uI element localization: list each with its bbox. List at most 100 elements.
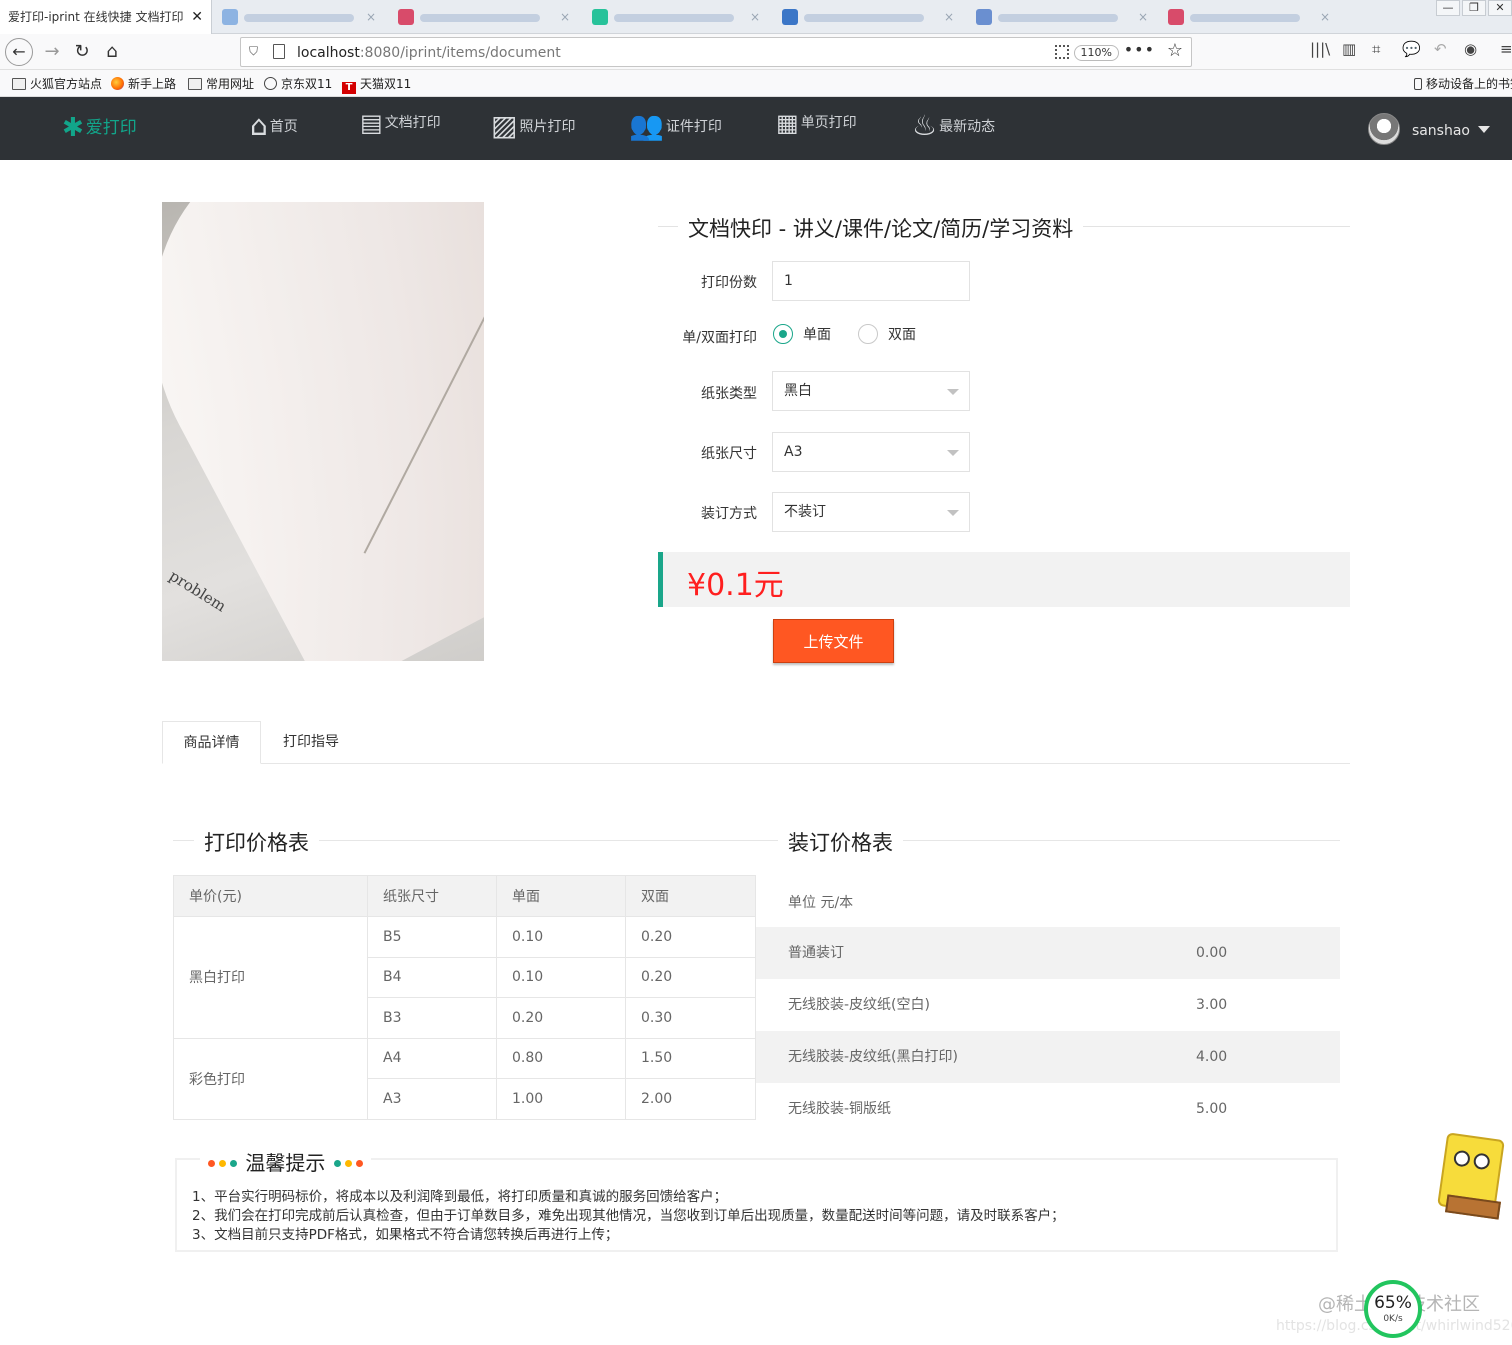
- bookmark-star-icon[interactable]: ☆: [1167, 40, 1183, 61]
- tab-favicon-icon: [398, 9, 414, 25]
- table-cell: 0.10: [496, 916, 626, 958]
- tab-favicon-icon: [1168, 9, 1184, 25]
- browser-nav-bar: ← → ↻ ⌂ ⛉ localhost:8080/iprint/items/do…: [0, 34, 1512, 70]
- browser-tab[interactable]: ×: [1160, 0, 1340, 34]
- bookmark-item[interactable]: T 天猫双11: [342, 75, 411, 94]
- page-icon: [273, 44, 285, 59]
- table-cell: A4: [367, 1037, 497, 1079]
- user-menu[interactable]: sanshao: [1367, 113, 1490, 145]
- close-tab-icon[interactable]: ×: [944, 0, 954, 34]
- speed-rate: 0K/s: [1383, 1314, 1403, 1324]
- table-cell: A3: [367, 1078, 497, 1120]
- more-actions-icon[interactable]: •••: [1124, 40, 1155, 59]
- site-logo[interactable]: ✱ 爱打印: [62, 113, 137, 143]
- tab-favicon-icon: [782, 9, 798, 25]
- table-cell: 0.20: [496, 997, 626, 1039]
- back-arrow-icon[interactable]: ←: [5, 38, 33, 66]
- folder-icon: [12, 78, 26, 90]
- radio-single-side[interactable]: 单面: [773, 324, 831, 344]
- bookmarks-toolbar: 火狐官方站点 新手上路 常用网址 京东双11 T天猫双11 移动设备上的书签: [0, 70, 1512, 97]
- close-tab-icon[interactable]: ×: [560, 0, 570, 34]
- close-tab-icon[interactable]: ×: [366, 0, 376, 34]
- tip-line: 2、我们会在打印完成前后认真检查，但由于订单数目多，难免出现其他情况，当您收到订…: [192, 1208, 1065, 1224]
- nav-single-page-print[interactable]: ▦ 单页打印: [776, 109, 857, 149]
- product-image: problem: [162, 202, 484, 661]
- address-bar[interactable]: ⛉ localhost:8080/iprint/items/document 1…: [240, 37, 1192, 67]
- browser-tab-active[interactable]: 爱打印-iprint 在线快捷 文档打印 ✕: [0, 0, 212, 34]
- list-item: 无线胶装-皮纹纸(空白) 3.00: [788, 997, 1228, 1013]
- mobile-bookmarks[interactable]: 移动设备上的书签: [1414, 75, 1512, 92]
- radio-double-side[interactable]: 双面: [858, 324, 916, 344]
- browser-tab[interactable]: ×: [774, 0, 964, 34]
- avatar: [1367, 113, 1400, 145]
- mascot-image[interactable]: [1428, 1132, 1508, 1220]
- chat-icon[interactable]: 💬: [1402, 40, 1421, 58]
- browser-tab[interactable]: ×: [214, 0, 386, 34]
- forward-arrow-icon[interactable]: →: [38, 38, 66, 66]
- site-header: ✱ 爱打印 ⌂ 首页 ▤ 文档打印 ▨ 照片打印 👥 证件打印 ▦ 单页打印 ♨ 最新动态 s…: [0, 97, 1512, 160]
- browser-tab[interactable]: ×: [584, 0, 770, 34]
- undo-icon[interactable]: ↶: [1434, 40, 1447, 58]
- table-cell: 0.30: [625, 997, 756, 1039]
- home-icon[interactable]: ⌂: [98, 38, 126, 66]
- close-tab-icon[interactable]: ✕: [191, 0, 203, 34]
- library-icon[interactable]: |||\: [1310, 40, 1330, 58]
- window-controls: — ❐ ✕: [1434, 0, 1512, 20]
- bookmark-item[interactable]: 火狐官方站点: [12, 75, 102, 92]
- browser-tab[interactable]: ×: [390, 0, 580, 34]
- table-row: 黑白打印 B5 0.10 0.20: [173, 916, 756, 1039]
- tab-print-guide[interactable]: 打印指导: [262, 721, 360, 764]
- table-row: 彩色打印 A4 0.80 1.50: [173, 1037, 756, 1120]
- bookmark-item[interactable]: 京东双11: [264, 75, 332, 92]
- tab-product-details[interactable]: 商品详情: [162, 721, 261, 764]
- screenshot-icon[interactable]: ⌗: [1372, 40, 1380, 58]
- minimize-button[interactable]: —: [1436, 0, 1460, 16]
- menu-icon[interactable]: ≡: [1500, 40, 1512, 58]
- flame-icon: ♨: [912, 109, 938, 142]
- radio-unchecked-icon: [858, 324, 878, 344]
- network-speed-widget[interactable]: 65% 0K/s: [1364, 1280, 1422, 1338]
- browser-tab[interactable]: ×: [968, 0, 1158, 34]
- copies-input[interactable]: 1: [772, 261, 970, 301]
- binding-unit: 单位 元/本: [788, 895, 854, 911]
- close-tab-icon[interactable]: ×: [750, 0, 760, 34]
- binding-select[interactable]: 不装订: [772, 492, 970, 532]
- phone-icon: [1414, 78, 1422, 90]
- nav-document-print[interactable]: ▤ 文档打印: [360, 109, 441, 149]
- close-window-button[interactable]: ✕: [1488, 0, 1512, 16]
- paper-type-select[interactable]: 黑白: [772, 371, 970, 411]
- zoom-level[interactable]: 110%: [1073, 45, 1119, 61]
- product-title: 文档快印 - 讲义/课件/论文/简历/学习资料: [678, 213, 1084, 243]
- nav-id-print[interactable]: 👥 证件打印: [629, 109, 722, 149]
- username: sanshao: [1411, 123, 1470, 139]
- shield-icon[interactable]: ⛉: [249, 44, 258, 59]
- folder-icon: [188, 78, 202, 90]
- restore-button[interactable]: ❐: [1462, 0, 1486, 16]
- nav-photo-print[interactable]: ▨ 照片打印: [491, 109, 575, 149]
- reload-icon[interactable]: ↻: [68, 38, 96, 66]
- photo-icon: ▨: [491, 109, 518, 142]
- browser-tab-bar: 爱打印-iprint 在线快捷 文档打印 ✕ × × × × × × — ❐ ✕: [0, 0, 1512, 34]
- nav-latest-news[interactable]: ♨ 最新动态: [912, 109, 995, 149]
- sidebar-icon[interactable]: ▥: [1342, 40, 1356, 58]
- column-header: 单面: [496, 875, 626, 917]
- nav-home[interactable]: ⌂ 首页: [250, 109, 298, 149]
- print-price-title: 打印价格表: [194, 827, 319, 857]
- bookmark-item[interactable]: 常用网址: [188, 75, 254, 92]
- qr-code-icon[interactable]: [1055, 45, 1069, 59]
- close-tab-icon[interactable]: ×: [1138, 0, 1148, 34]
- dropdown-arrow-icon: [947, 510, 959, 516]
- bookmark-item[interactable]: 新手上路: [111, 75, 176, 92]
- upload-file-button[interactable]: 上传文件: [773, 619, 894, 663]
- paper-size-select[interactable]: A3: [772, 432, 970, 472]
- document-icon: ▤: [360, 109, 383, 137]
- table-cell: 0.80: [496, 1037, 626, 1079]
- url-text[interactable]: localhost:8080/iprint/items/document: [297, 38, 561, 68]
- id-card-icon: 👥: [629, 109, 664, 142]
- close-tab-icon[interactable]: ×: [1320, 0, 1330, 34]
- account-icon[interactable]: ◉: [1464, 40, 1477, 58]
- binding-price-title: 装订价格表: [778, 827, 903, 857]
- group-cell: 彩色打印: [173, 1037, 368, 1120]
- dropdown-arrow-icon: [947, 450, 959, 456]
- table-cell: 1.50: [625, 1037, 756, 1079]
